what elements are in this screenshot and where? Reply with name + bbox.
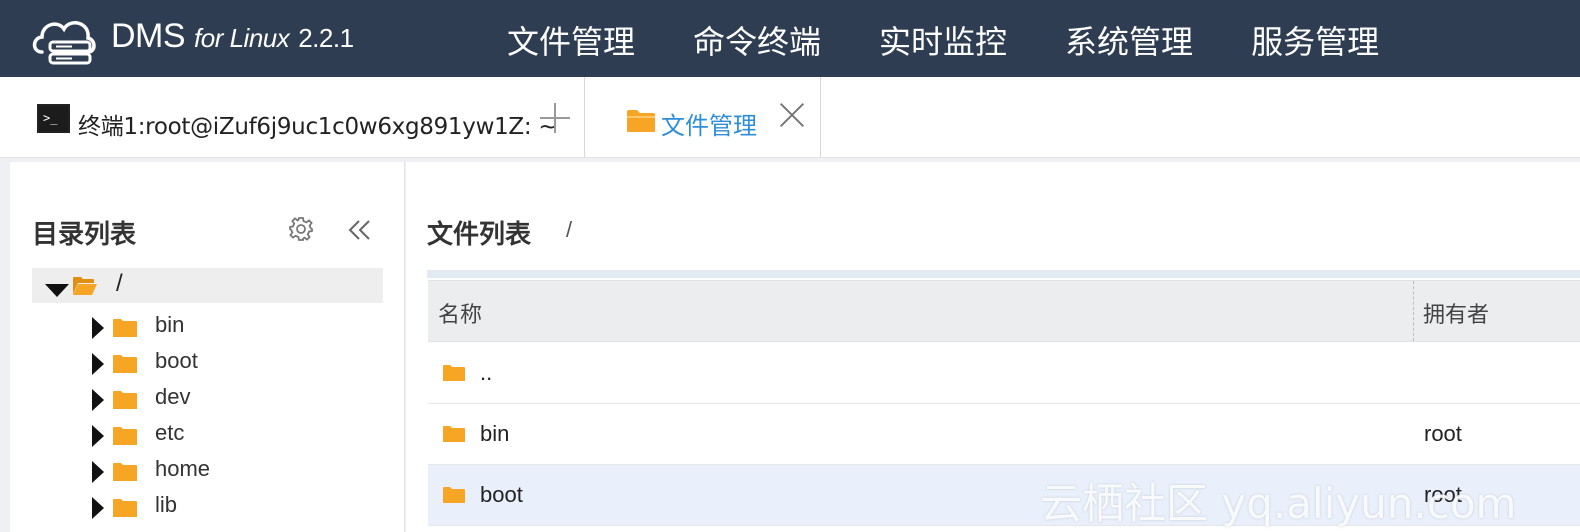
add-tab-plus-icon[interactable] bbox=[540, 103, 570, 133]
folder-icon bbox=[113, 463, 137, 481]
caret-right-icon[interactable] bbox=[92, 317, 104, 339]
nav-item-command-terminal[interactable]: 命令终端 bbox=[693, 17, 821, 63]
watermark: 云栖社区 yq.aliyun.com bbox=[1040, 479, 1517, 528]
file-list-title: 文件列表 bbox=[427, 220, 532, 250]
tree-item-label: lib bbox=[155, 492, 178, 517]
file-name-cell: .. bbox=[480, 360, 493, 385]
folder-icon bbox=[627, 110, 655, 132]
tree-root-label: / bbox=[116, 270, 123, 297]
nav-item-service-management[interactable]: 服务管理 bbox=[1251, 17, 1379, 63]
column-header-owner[interactable]: 拥有者 bbox=[1413, 281, 1580, 341]
caret-right-icon[interactable] bbox=[92, 425, 104, 447]
nav-item-system-management[interactable]: 系统管理 bbox=[1065, 17, 1193, 63]
tree-item-etc[interactable]: etc bbox=[90, 414, 380, 450]
brand-title: DMS for Linux 2.2.1 bbox=[111, 17, 354, 56]
tree-item-label: boot bbox=[155, 348, 198, 373]
tree-item-home[interactable]: home bbox=[90, 450, 380, 486]
current-path: / bbox=[566, 217, 573, 242]
file-owner-cell: root bbox=[1424, 421, 1462, 446]
folder-icon bbox=[113, 355, 137, 373]
folder-icon bbox=[443, 487, 465, 503]
brand-version: 2.2.1 bbox=[298, 23, 354, 53]
caret-right-icon[interactable] bbox=[92, 353, 104, 375]
terminal-icon: >_ bbox=[37, 104, 70, 133]
brand-name: DMS bbox=[111, 17, 186, 55]
tab-terminal-label: 终端1:root@iZuf6j9uc1c0w6xg891yw1Z: ~ bbox=[78, 114, 558, 140]
folder-icon bbox=[443, 426, 465, 442]
tab-file-label: 文件管理 bbox=[661, 112, 757, 140]
table-row[interactable]: bin root bbox=[428, 404, 1580, 465]
close-tab-icon[interactable] bbox=[778, 101, 806, 129]
cloud-server-logo-icon bbox=[32, 21, 96, 65]
main-nav: 文件管理 命令终端 实时监控 系统管理 服务管理 bbox=[507, 17, 1437, 63]
brand-for: for Linux bbox=[194, 23, 290, 53]
gear-icon[interactable] bbox=[288, 216, 314, 242]
collapse-double-chevron-left-icon[interactable] bbox=[348, 218, 372, 242]
table-top-divider bbox=[427, 270, 1580, 278]
folder-icon bbox=[113, 499, 137, 517]
tree-item-lib[interactable]: lib bbox=[90, 486, 380, 522]
file-name-cell: bin bbox=[480, 421, 510, 446]
tab-terminal[interactable]: >_ 终端1:root@iZuf6j9uc1c0w6xg891yw1Z: ~ bbox=[0, 77, 585, 157]
file-table-header: 名称 拥有者 bbox=[428, 280, 1580, 342]
directory-panel-title: 目录列表 bbox=[32, 220, 137, 250]
tab-bar: >_ 终端1:root@iZuf6j9uc1c0w6xg891yw1Z: ~ 文… bbox=[0, 77, 1580, 158]
top-bar: DMS for Linux 2.2.1 文件管理 命令终端 实时监控 系统管理 … bbox=[0, 0, 1580, 77]
tab-file-management[interactable]: 文件管理 bbox=[586, 77, 821, 157]
caret-right-icon[interactable] bbox=[92, 389, 104, 411]
nav-item-file-management[interactable]: 文件管理 bbox=[507, 17, 635, 63]
tree-item-label: etc bbox=[155, 420, 185, 445]
tree-root-node[interactable]: / bbox=[32, 268, 383, 303]
caret-down-icon[interactable] bbox=[45, 284, 69, 297]
file-name-cell: boot bbox=[480, 482, 523, 507]
column-header-name[interactable]: 名称 bbox=[438, 297, 482, 329]
table-row[interactable]: .. bbox=[428, 343, 1580, 404]
nav-item-realtime-monitor[interactable]: 实时监控 bbox=[879, 17, 1007, 63]
tree-item-label: bin bbox=[155, 312, 185, 337]
caret-right-icon[interactable] bbox=[92, 461, 104, 483]
folder-open-icon bbox=[73, 277, 97, 295]
tree-item-dev[interactable]: dev bbox=[90, 378, 380, 414]
folder-icon bbox=[113, 427, 137, 445]
tree-item-boot[interactable]: boot bbox=[90, 342, 380, 378]
caret-right-icon[interactable] bbox=[92, 497, 104, 519]
tree-item-label: dev bbox=[155, 384, 191, 409]
folder-icon bbox=[443, 365, 465, 381]
folder-icon bbox=[113, 319, 137, 337]
tree-item-bin[interactable]: bin bbox=[90, 306, 380, 342]
tree-item-label: home bbox=[155, 456, 211, 481]
directory-panel: 目录列表 / bin boot dev etc home lib bbox=[10, 162, 405, 532]
folder-icon bbox=[113, 391, 137, 409]
